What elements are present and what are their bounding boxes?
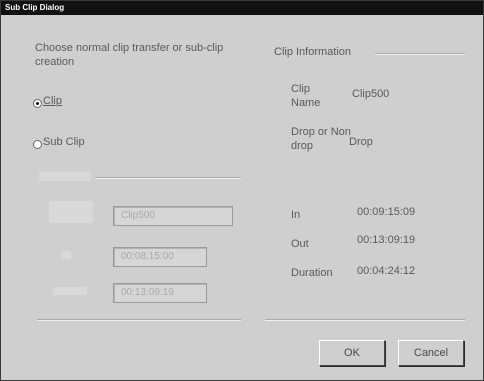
subclip-group-divider-bottom [37, 319, 241, 321]
clip-name-value: Clip500 [352, 88, 390, 100]
in-label: In [291, 209, 301, 221]
subclip-radio[interactable] [33, 140, 42, 149]
sub-clip-dialog: Sub Clip Dialog Choose normal clip trans… [0, 0, 484, 381]
duration-label: Duration [291, 267, 333, 279]
subclip-radio-label[interactable]: Sub Clip [43, 136, 85, 148]
subclip-group-label [39, 172, 91, 181]
subclip-name-field: Clip500 [113, 206, 233, 226]
ok-button[interactable]: OK [319, 340, 385, 366]
clip-name-label: Clip Name [291, 83, 321, 109]
subclip-name-label [49, 201, 93, 223]
in-value: 00:09:15:09 [357, 206, 416, 218]
subclip-group-divider-top [95, 177, 241, 179]
subclip-out-label [53, 287, 87, 295]
clip-radio[interactable] [33, 99, 42, 108]
out-value: 00:13:09:19 [357, 234, 416, 246]
clip-info-divider-top [375, 53, 465, 55]
clip-info-divider-bottom [265, 319, 465, 321]
instruction-text: Choose normal clip transfer or sub-clip … [35, 42, 224, 68]
cancel-button[interactable]: Cancel [398, 340, 464, 366]
out-label: Out [291, 238, 309, 250]
clip-radio-label[interactable]: Clip [43, 95, 62, 107]
title-bar: Sub Clip Dialog [1, 1, 483, 15]
subclip-out-field: 00:13:09:19 [113, 283, 207, 303]
subclip-in-field: 00:08:15:00 [113, 247, 207, 267]
clip-info-title: Clip Information [274, 46, 352, 58]
duration-value: 00:04:24:12 [357, 265, 416, 277]
drop-frame-label: Drop or Non drop [291, 126, 351, 152]
drop-frame-value: Drop [349, 136, 373, 148]
subclip-in-label [61, 251, 71, 259]
